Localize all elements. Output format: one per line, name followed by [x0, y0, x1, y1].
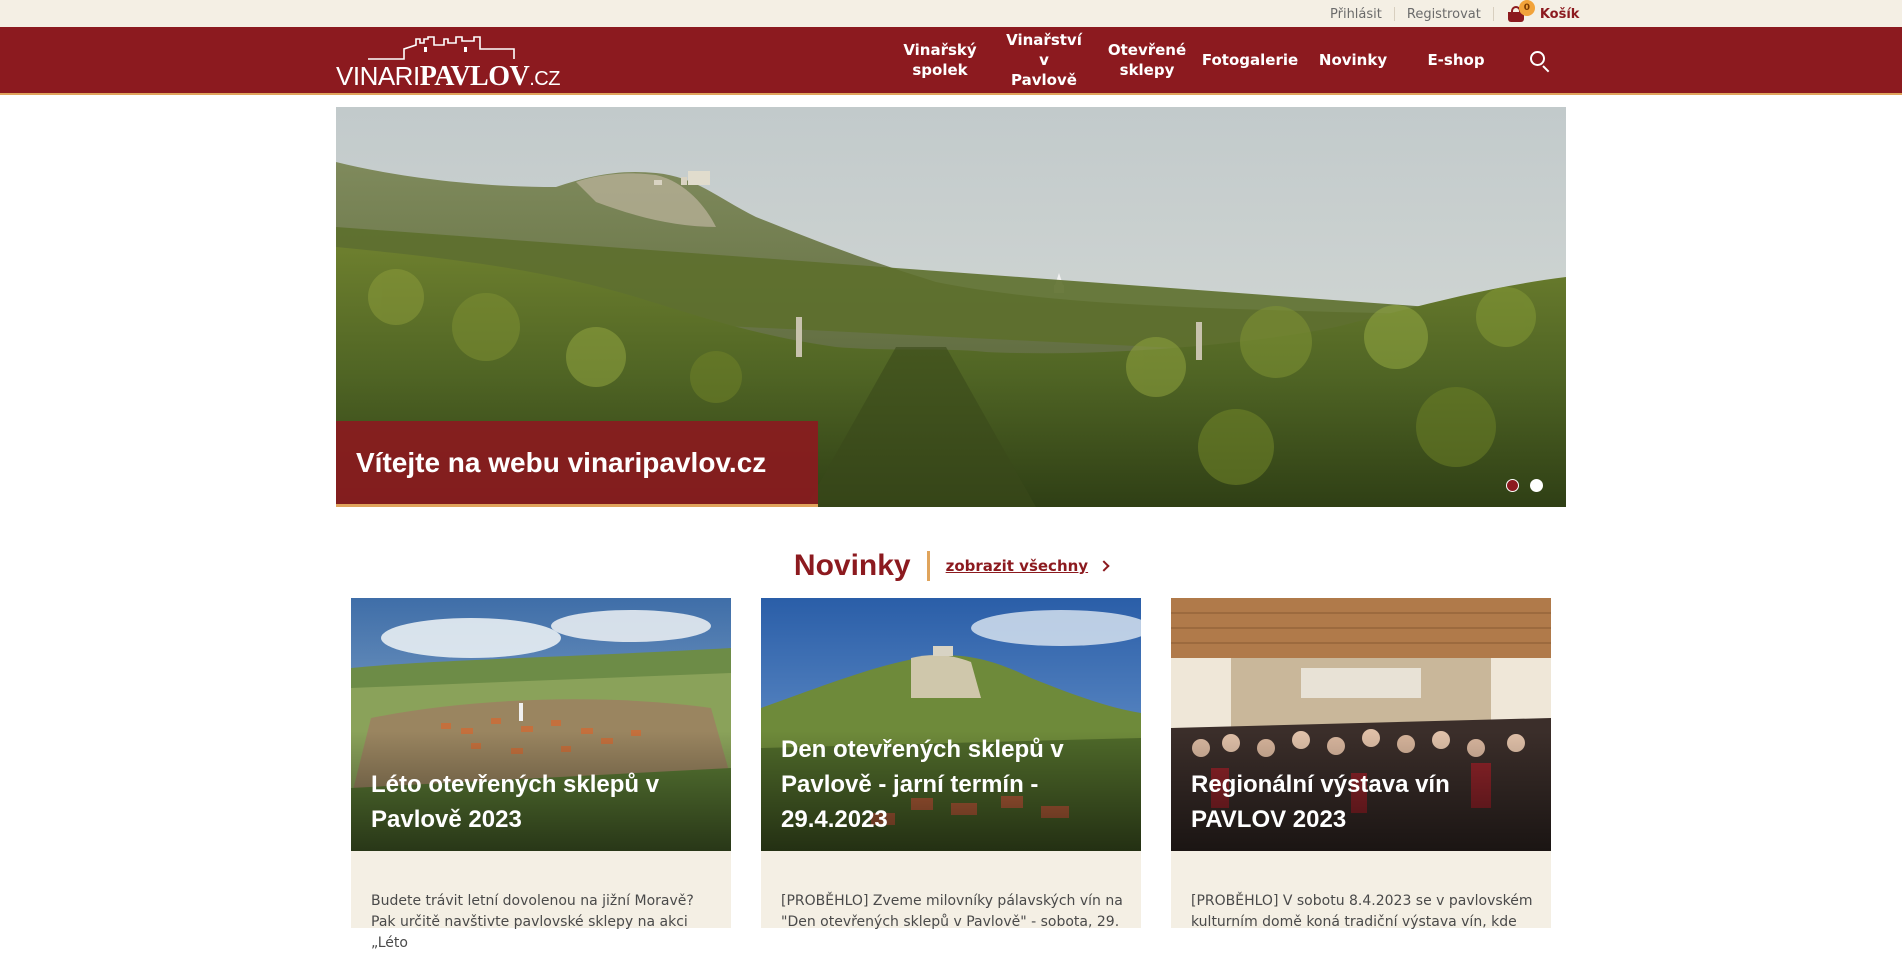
nav-item-otevrene-sklepy[interactable]: Otevřené sklepy: [1098, 27, 1196, 93]
news-card[interactable]: Den otevřených sklepů v Pavlově - jarní …: [761, 598, 1141, 930]
news-card[interactable]: Léto otevřených sklepů v Pavlově 2023 Bu…: [351, 598, 731, 951]
slider-dot-1[interactable]: [1506, 479, 1519, 492]
hero-caption-text: Vítejte na webu vinaripavlov.cz: [356, 446, 767, 478]
chevron-right-icon: [1098, 560, 1110, 572]
divider: [926, 551, 930, 581]
nav-item-vinarsky-spolek[interactable]: Vinařský spolek: [890, 27, 990, 93]
news-card-excerpt: Budete trávit letní dovolenou na jižní M…: [371, 893, 694, 951]
top-utility-bar: Přihlásit Registrovat 0 Košík: [0, 0, 1902, 27]
search-icon[interactable]: [1528, 49, 1552, 73]
news-card[interactable]: Regionální výstava vín PAVLOV 2023 [PROB…: [1171, 598, 1551, 930]
main-navbar: VINARIPAVLOV.CZ Vinařský spolek Vinařstv…: [0, 27, 1902, 95]
slider-dots: [1506, 479, 1554, 492]
news-card-image: Léto otevřených sklepů v Pavlově 2023: [351, 598, 731, 851]
news-card-image: Regionální výstava vín PAVLOV 2023: [1171, 598, 1551, 851]
cart-button[interactable]: 0 Košík: [1506, 0, 1580, 22]
cart-label: Košík: [1539, 6, 1580, 22]
main-menu: Vinařský spolek Vinařství v Pavlově Otev…: [890, 27, 1510, 93]
hero-caption[interactable]: Vítejte na webu vinaripavlov.cz: [336, 421, 818, 507]
cart-count-badge: 0: [1518, 0, 1535, 16]
nav-item-fotogalerie[interactable]: Fotogalerie: [1196, 27, 1304, 93]
divider: [1393, 7, 1395, 21]
news-card-title[interactable]: Léto otevřených sklepů v Pavlově 2023: [371, 767, 711, 837]
show-all-news-link[interactable]: zobrazit všechny: [946, 557, 1110, 575]
castle-logo-icon: [368, 36, 515, 60]
divider: [1492, 7, 1494, 21]
site-logo[interactable]: VINARIPAVLOV.CZ: [336, 33, 560, 92]
news-card-title[interactable]: Den otevřených sklepů v Pavlově - jarní …: [781, 732, 1121, 837]
login-link[interactable]: Přihlásit: [1330, 7, 1382, 22]
news-title: Novinky: [793, 549, 911, 582]
nav-item-vinarstvi-v-pavlove[interactable]: Vinařství v Pavlově: [990, 27, 1098, 93]
nav-item-novinky[interactable]: Novinky: [1304, 27, 1402, 93]
register-link[interactable]: Registrovat: [1407, 7, 1481, 22]
news-card-image: Den otevřených sklepů v Pavlově - jarní …: [761, 598, 1141, 851]
nav-item-e-shop[interactable]: E-shop: [1402, 27, 1510, 93]
account-links: Přihlásit Registrovat 0 Košík: [1330, 0, 1580, 24]
basket-icon: 0: [1506, 0, 1535, 22]
slider-dot-2[interactable]: [1530, 479, 1543, 492]
news-section-header: Novinky zobrazit všechny: [0, 546, 1902, 586]
news-card-title[interactable]: Regionální výstava vín PAVLOV 2023: [1191, 767, 1531, 837]
logo-text: VINARIPAVLOV.CZ: [336, 61, 560, 92]
hero-slider[interactable]: Vítejte na webu vinaripavlov.cz: [336, 107, 1566, 507]
